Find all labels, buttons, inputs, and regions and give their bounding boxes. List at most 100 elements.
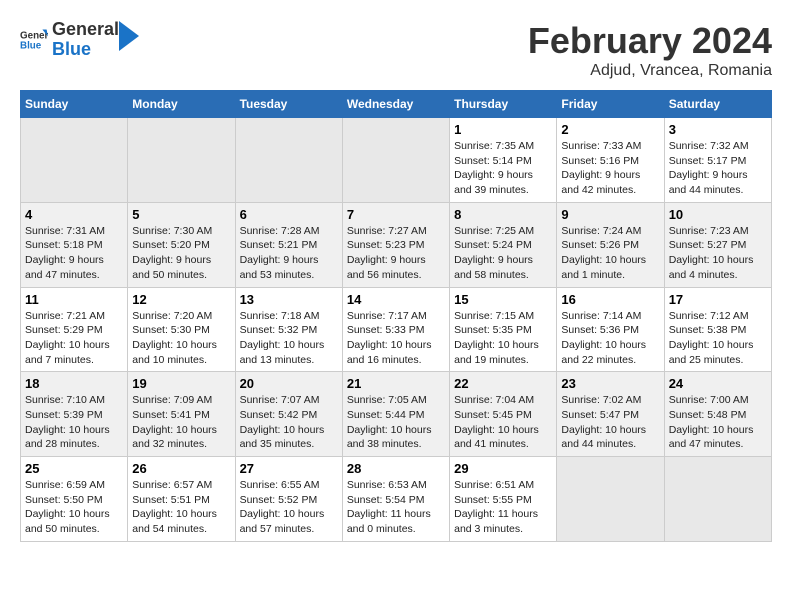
logo-blue-text: Blue [52, 39, 91, 59]
logo: General Blue General Blue [20, 20, 139, 60]
day-info: Sunrise: 7:21 AM Sunset: 5:29 PM Dayligh… [25, 309, 123, 368]
day-number: 5 [132, 207, 230, 222]
day-number: 9 [561, 207, 659, 222]
logo-general-text: General [52, 19, 119, 39]
day-number: 23 [561, 376, 659, 391]
calendar-cell [128, 118, 235, 203]
day-info: Sunrise: 7:20 AM Sunset: 5:30 PM Dayligh… [132, 309, 230, 368]
day-info: Sunrise: 7:35 AM Sunset: 5:14 PM Dayligh… [454, 139, 552, 198]
day-info: Sunrise: 7:10 AM Sunset: 5:39 PM Dayligh… [25, 393, 123, 452]
svg-text:Blue: Blue [20, 40, 42, 51]
day-number: 3 [669, 122, 767, 137]
calendar-cell [235, 118, 342, 203]
day-number: 19 [132, 376, 230, 391]
day-info: Sunrise: 7:17 AM Sunset: 5:33 PM Dayligh… [347, 309, 445, 368]
day-info: Sunrise: 7:30 AM Sunset: 5:20 PM Dayligh… [132, 224, 230, 283]
calendar-cell: 28 Sunrise: 6:53 AM Sunset: 5:54 PM Dayli… [342, 457, 449, 542]
day-number: 15 [454, 292, 552, 307]
day-of-week-header: Tuesday [235, 91, 342, 118]
day-info: Sunrise: 7:09 AM Sunset: 5:41 PM Dayligh… [132, 393, 230, 452]
calendar-cell: 22Sunrise: 7:04 AM Sunset: 5:45 PM Dayli… [450, 372, 557, 457]
day-number: 26 [132, 461, 230, 476]
calendar-week-row: 25 Sunrise: 6:59 AM Sunset: 5:50 PM Dayli… [21, 457, 772, 542]
day-info: Sunrise: 7:05 AM Sunset: 5:44 PM Dayligh… [347, 393, 445, 452]
day-info: Sunrise: 7:24 AM Sunset: 5:26 PM Dayligh… [561, 224, 659, 283]
day-number: 17 [669, 292, 767, 307]
calendar-cell: 14 Sunrise: 7:17 AM Sunset: 5:33 PM Dayli… [342, 287, 449, 372]
day-number: 4 [25, 207, 123, 222]
calendar-table: SundayMondayTuesdayWednesdayThursdayFrid… [20, 90, 772, 542]
calendar-week-row: 18 Sunrise: 7:10 AM Sunset: 5:39 PM Dayli… [21, 372, 772, 457]
day-of-week-header: Sunday [21, 91, 128, 118]
day-info: Sunrise: 6:57 AM Sunset: 5:51 PM Dayligh… [132, 478, 230, 537]
calendar-cell: 25 Sunrise: 6:59 AM Sunset: 5:50 PM Dayli… [21, 457, 128, 542]
day-number: 6 [240, 207, 338, 222]
day-info: Sunrise: 7:02 AM Sunset: 5:47 PM Dayligh… [561, 393, 659, 452]
day-number: 10 [669, 207, 767, 222]
calendar-cell [21, 118, 128, 203]
calendar-week-row: 11 Sunrise: 7:21 AM Sunset: 5:29 PM Dayli… [21, 287, 772, 372]
calendar-cell: 10 Sunrise: 7:23 AM Sunset: 5:27 PM Dayli… [664, 202, 771, 287]
calendar-cell: 6 Sunrise: 7:28 AM Sunset: 5:21 PM Daylig… [235, 202, 342, 287]
calendar-cell: 1Sunrise: 7:35 AM Sunset: 5:14 PM Daylig… [450, 118, 557, 203]
day-number: 27 [240, 461, 338, 476]
calendar-cell: 3 Sunrise: 7:32 AM Sunset: 5:17 PM Daylig… [664, 118, 771, 203]
calendar-cell: 23 Sunrise: 7:02 AM Sunset: 5:47 PM Dayli… [557, 372, 664, 457]
day-info: Sunrise: 7:12 AM Sunset: 5:38 PM Dayligh… [669, 309, 767, 368]
calendar-cell: 18 Sunrise: 7:10 AM Sunset: 5:39 PM Dayli… [21, 372, 128, 457]
day-info: Sunrise: 7:33 AM Sunset: 5:16 PM Dayligh… [561, 139, 659, 198]
day-number: 14 [347, 292, 445, 307]
day-number: 12 [132, 292, 230, 307]
calendar-header: SundayMondayTuesdayWednesdayThursdayFrid… [21, 91, 772, 118]
day-of-week-header: Saturday [664, 91, 771, 118]
day-number: 11 [25, 292, 123, 307]
day-number: 2 [561, 122, 659, 137]
day-info: Sunrise: 7:15 AM Sunset: 5:35 PM Dayligh… [454, 309, 552, 368]
day-info: Sunrise: 7:18 AM Sunset: 5:32 PM Dayligh… [240, 309, 338, 368]
calendar-title: February 2024 [528, 20, 772, 62]
days-of-week-row: SundayMondayTuesdayWednesdayThursdayFrid… [21, 91, 772, 118]
calendar-cell [342, 118, 449, 203]
calendar-cell: 17 Sunrise: 7:12 AM Sunset: 5:38 PM Dayli… [664, 287, 771, 372]
day-info: Sunrise: 7:32 AM Sunset: 5:17 PM Dayligh… [669, 139, 767, 198]
day-info: Sunrise: 7:27 AM Sunset: 5:23 PM Dayligh… [347, 224, 445, 283]
calendar-cell [664, 457, 771, 542]
header: General Blue General Blue February 2024 … [20, 20, 772, 80]
calendar-body: 1Sunrise: 7:35 AM Sunset: 5:14 PM Daylig… [21, 118, 772, 542]
logo-icon: General Blue [20, 26, 48, 54]
calendar-cell: 29Sunrise: 6:51 AM Sunset: 5:55 PM Dayli… [450, 457, 557, 542]
calendar-cell: 26 Sunrise: 6:57 AM Sunset: 5:51 PM Dayli… [128, 457, 235, 542]
day-number: 7 [347, 207, 445, 222]
day-number: 29 [454, 461, 552, 476]
day-of-week-header: Thursday [450, 91, 557, 118]
calendar-cell: 13 Sunrise: 7:18 AM Sunset: 5:32 PM Dayli… [235, 287, 342, 372]
calendar-cell: 5 Sunrise: 7:30 AM Sunset: 5:20 PM Daylig… [128, 202, 235, 287]
calendar-cell [557, 457, 664, 542]
calendar-cell: 27 Sunrise: 6:55 AM Sunset: 5:52 PM Dayli… [235, 457, 342, 542]
day-of-week-header: Friday [557, 91, 664, 118]
calendar-cell: 7 Sunrise: 7:27 AM Sunset: 5:23 PM Daylig… [342, 202, 449, 287]
day-info: Sunrise: 7:04 AM Sunset: 5:45 PM Dayligh… [454, 393, 552, 452]
day-info: Sunrise: 7:28 AM Sunset: 5:21 PM Dayligh… [240, 224, 338, 283]
title-area: February 2024 Adjud, Vrancea, Romania [528, 20, 772, 80]
calendar-cell: 21Sunrise: 7:05 AM Sunset: 5:44 PM Dayli… [342, 372, 449, 457]
day-info: Sunrise: 6:55 AM Sunset: 5:52 PM Dayligh… [240, 478, 338, 537]
day-number: 28 [347, 461, 445, 476]
day-info: Sunrise: 6:59 AM Sunset: 5:50 PM Dayligh… [25, 478, 123, 537]
day-info: Sunrise: 7:14 AM Sunset: 5:36 PM Dayligh… [561, 309, 659, 368]
day-info: Sunrise: 6:53 AM Sunset: 5:54 PM Dayligh… [347, 478, 445, 537]
logo-arrow-icon [119, 21, 139, 51]
day-number: 13 [240, 292, 338, 307]
calendar-cell: 11 Sunrise: 7:21 AM Sunset: 5:29 PM Dayli… [21, 287, 128, 372]
calendar-cell: 8Sunrise: 7:25 AM Sunset: 5:24 PM Daylig… [450, 202, 557, 287]
calendar-cell: 19 Sunrise: 7:09 AM Sunset: 5:41 PM Dayli… [128, 372, 235, 457]
day-number: 25 [25, 461, 123, 476]
calendar-cell: 16Sunrise: 7:14 AM Sunset: 5:36 PM Dayli… [557, 287, 664, 372]
calendar-cell: 4Sunrise: 7:31 AM Sunset: 5:18 PM Daylig… [21, 202, 128, 287]
calendar-cell: 24Sunrise: 7:00 AM Sunset: 5:48 PM Dayli… [664, 372, 771, 457]
day-info: Sunrise: 7:00 AM Sunset: 5:48 PM Dayligh… [669, 393, 767, 452]
day-number: 18 [25, 376, 123, 391]
day-info: Sunrise: 7:07 AM Sunset: 5:42 PM Dayligh… [240, 393, 338, 452]
calendar-subtitle: Adjud, Vrancea, Romania [528, 62, 772, 80]
day-info: Sunrise: 7:23 AM Sunset: 5:27 PM Dayligh… [669, 224, 767, 283]
